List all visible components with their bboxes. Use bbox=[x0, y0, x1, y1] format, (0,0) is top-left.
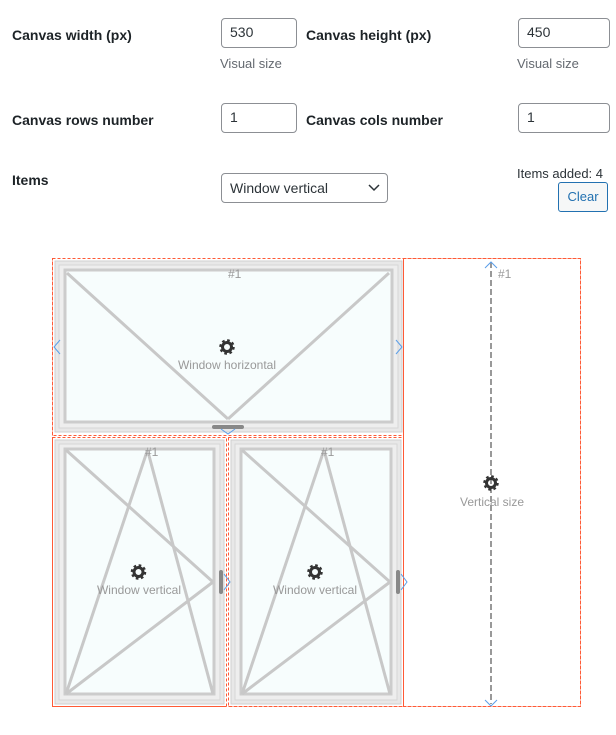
window-handle bbox=[212, 425, 244, 429]
window-glass bbox=[63, 447, 216, 696]
window-glass bbox=[239, 447, 393, 696]
item-label: Vertical size bbox=[459, 495, 525, 509]
item-label: Window horizontal bbox=[177, 358, 277, 372]
item-number: #1 bbox=[498, 267, 512, 281]
window-glass bbox=[63, 268, 394, 424]
item-label: Window vertical bbox=[96, 583, 182, 597]
item-number: #1 bbox=[321, 445, 335, 459]
item-number: #1 bbox=[228, 267, 242, 281]
item-number: #1 bbox=[145, 445, 159, 459]
item-label: Window vertical bbox=[272, 583, 358, 597]
